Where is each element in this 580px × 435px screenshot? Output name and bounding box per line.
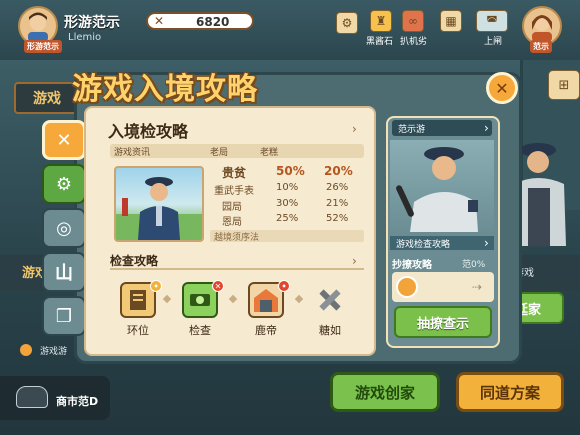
- glasses-icon[interactable]: ∞: [402, 10, 424, 32]
- close-icon: ✕: [495, 78, 509, 98]
- dialog-title: 游戏入境攻略: [72, 72, 258, 107]
- table-row: 恩局 25% 52%: [210, 213, 364, 228]
- info-header-row: 游戏资讯 老局 老糕: [110, 144, 364, 158]
- card-action-button[interactable]: 抽撩查示: [394, 306, 492, 338]
- opponent-avatar-tag: 范示: [530, 40, 552, 53]
- card-header-label: 范示游: [398, 125, 426, 135]
- score-value: 6820: [196, 15, 230, 29]
- table-cell-b: 21%: [326, 198, 349, 209]
- game-create-button[interactable]: 游戏创家: [330, 372, 440, 412]
- officer-portrait-image[interactable]: [114, 166, 204, 242]
- close-icon: ✕: [56, 129, 72, 151]
- strategy-badge: •: [278, 280, 290, 292]
- info-header-mid: 老局: [210, 148, 229, 158]
- scene-left-strip: 游戏游: [40, 347, 68, 357]
- car-icon[interactable]: ◚: [476, 10, 508, 32]
- chevron-right-icon[interactable]: ›: [352, 254, 357, 268]
- chat-bubble-icon: [16, 386, 48, 408]
- side-tab-close[interactable]: ✕: [42, 120, 86, 160]
- chevron-right-icon[interactable]: ›: [352, 122, 357, 136]
- table-cell-name: 恩局: [222, 217, 242, 228]
- score-x-icon: ✕: [154, 14, 165, 28]
- table-cell-b: 20%: [324, 164, 353, 178]
- scene-coin-icon: [20, 344, 32, 356]
- card-header: 范示游: [392, 120, 492, 136]
- top-icon-label-2: 扒机劣: [400, 37, 428, 47]
- table-caption-bar: 越境须序法: [210, 230, 364, 243]
- table-cell-name: 园局: [222, 202, 242, 213]
- table-caption: 越境须序法: [214, 233, 260, 243]
- card-subtitle: 抄撩攻略: [392, 260, 432, 271]
- top-icon-label-4: 上闸: [484, 37, 503, 47]
- player-face-icon: [28, 12, 48, 42]
- info-header-left: 游戏资讯: [114, 148, 151, 158]
- side-tab-mountain[interactable]: 山: [42, 252, 86, 292]
- strategy-badge: •: [150, 280, 162, 292]
- table-cell-name: 重武手表: [214, 186, 254, 197]
- side-tab-settings[interactable]: ⚙: [42, 164, 86, 204]
- strategy-label: 鹿帝: [255, 324, 277, 337]
- strategy-label: 检查: [189, 324, 211, 337]
- tools-icon[interactable]: [312, 282, 348, 318]
- side-tab-shield[interactable]: ◎: [42, 208, 86, 248]
- table-row: 贵贫 50% 20%: [210, 164, 364, 180]
- info-header-right: 老糕: [260, 148, 279, 158]
- card-subtitle-value: 范0%: [462, 260, 486, 270]
- section-heading: 入境检攻略: [108, 122, 189, 141]
- shield-icon: ◎: [56, 217, 72, 239]
- top-icon-label-1: 黑酱石: [366, 37, 394, 47]
- badge-icon[interactable]: ♜: [370, 10, 392, 32]
- table-cell-b: 52%: [326, 213, 349, 224]
- arrow-right-icon: ⇢: [472, 280, 483, 294]
- settings-icon[interactable]: ⚙: [336, 12, 358, 34]
- side-tab-truck[interactable]: ❐: [42, 296, 86, 336]
- player-name: 形游范示: [64, 15, 120, 31]
- coin-icon: [396, 276, 418, 298]
- officer-character-icon: [396, 147, 478, 232]
- bottom-left-label: 商市范D: [56, 395, 99, 408]
- gear-icon: ⚙: [55, 173, 73, 195]
- close-button[interactable]: ✕: [486, 72, 518, 104]
- opponent-face-icon: [532, 15, 552, 42]
- chevron-right-icon[interactable]: ›: [484, 236, 489, 250]
- strategy-label: 糖如: [319, 324, 341, 337]
- score-pill: ✕ 6820: [146, 12, 254, 30]
- player-avatar-tag: 形游范示: [24, 40, 62, 53]
- table-cell-b: 26%: [326, 182, 349, 193]
- officer-illustration: [390, 140, 494, 232]
- strategy-label: 环位: [127, 324, 149, 337]
- table-cell-a: 30%: [276, 198, 299, 209]
- table-cell-a: 25%: [276, 213, 299, 224]
- chevron-right-icon[interactable]: ›: [484, 121, 489, 135]
- table-cell-a: 50%: [276, 164, 305, 178]
- officer-portrait-icon: [116, 177, 202, 240]
- table-cell-a: 10%: [276, 182, 299, 193]
- mountain-icon: 山: [55, 263, 73, 284]
- card-tag-bar: 游戏检查攻略: [390, 236, 494, 250]
- inspection-strategy-heading: 检查攻略: [110, 254, 159, 268]
- table-row: 园局 30% 21%: [210, 198, 364, 213]
- card-tag-label: 游戏检查攻略: [396, 240, 451, 250]
- scene-sign-left: 游戏: [14, 82, 80, 114]
- card-progress-panel: ⇢: [392, 272, 494, 302]
- section-divider: [110, 268, 364, 270]
- truck-icon: ❐: [55, 305, 73, 327]
- player-subtitle: Llemio: [68, 32, 102, 43]
- table-cell-name: 贵贫: [222, 166, 247, 180]
- strategy-badge: ✕: [212, 280, 224, 292]
- table-row: 重武手表 10% 26%: [210, 182, 364, 197]
- plan-button[interactable]: 同道方案: [456, 372, 564, 412]
- scene-right-top-icon[interactable]: ⊞: [548, 70, 580, 100]
- chart-icon[interactable]: ▦: [440, 10, 462, 32]
